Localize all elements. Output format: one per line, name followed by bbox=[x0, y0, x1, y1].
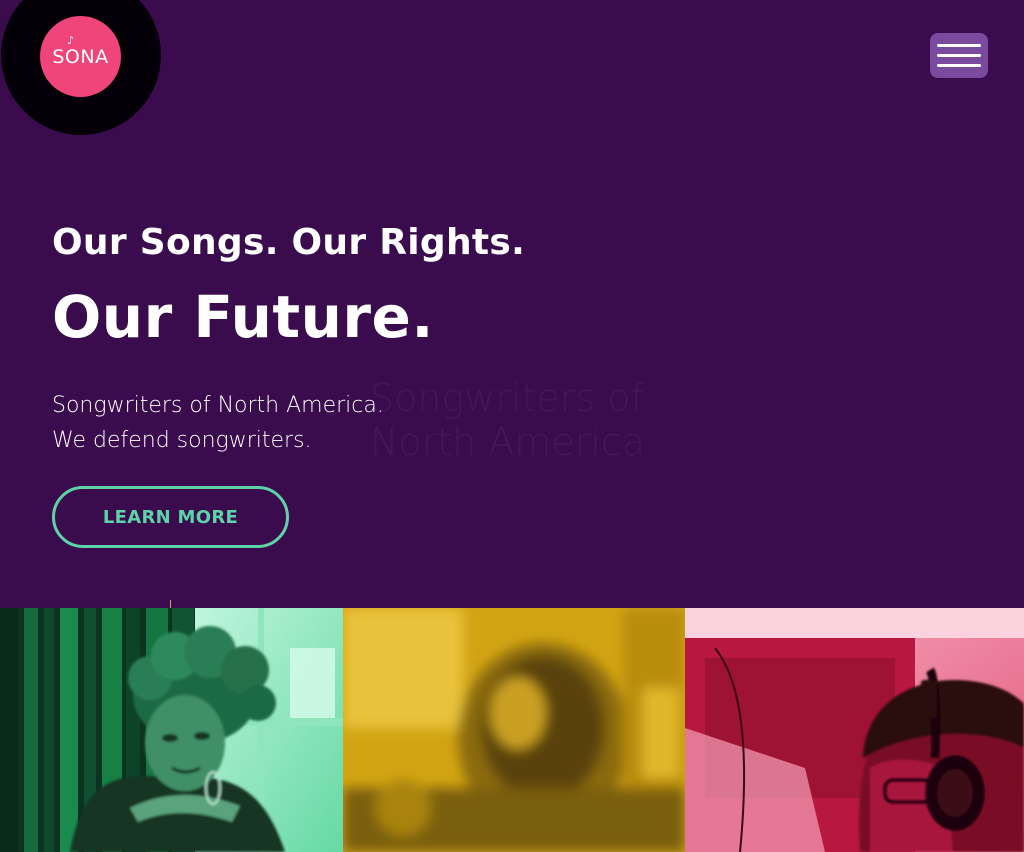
woman-photo-illustration bbox=[0, 608, 343, 852]
hero-section: SONA ♪ Songwriters of North America Our … bbox=[0, 0, 1024, 609]
sona-logo[interactable]: SONA ♪ bbox=[40, 16, 121, 97]
photo-strip bbox=[0, 608, 1024, 852]
photo-man-with-headphones bbox=[685, 608, 1024, 852]
photo-blurred-studio-microphone bbox=[343, 608, 685, 852]
hamburger-line bbox=[937, 44, 981, 47]
hamburger-line bbox=[937, 64, 981, 67]
photo-woman-with-curly-hair bbox=[0, 608, 343, 852]
headphones-photo-illustration bbox=[685, 608, 1024, 852]
subtext-line: We defend songwriters. bbox=[52, 428, 312, 453]
hamburger-menu-button[interactable] bbox=[930, 33, 988, 78]
music-note-icon: ♪ bbox=[67, 34, 75, 47]
hero-tagline: Our Songs. Our Rights. bbox=[52, 222, 526, 263]
learn-more-button[interactable]: LEARN MORE bbox=[52, 486, 289, 548]
hero-headline: Our Future. bbox=[52, 283, 434, 351]
microphone-photo-illustration bbox=[343, 608, 685, 852]
subtext-line: Songwriters of North America. bbox=[52, 393, 384, 418]
hero-subtext: Songwriters of North America. We defend … bbox=[52, 388, 472, 458]
logo-text: SONA bbox=[52, 45, 109, 68]
hamburger-line bbox=[937, 54, 981, 57]
